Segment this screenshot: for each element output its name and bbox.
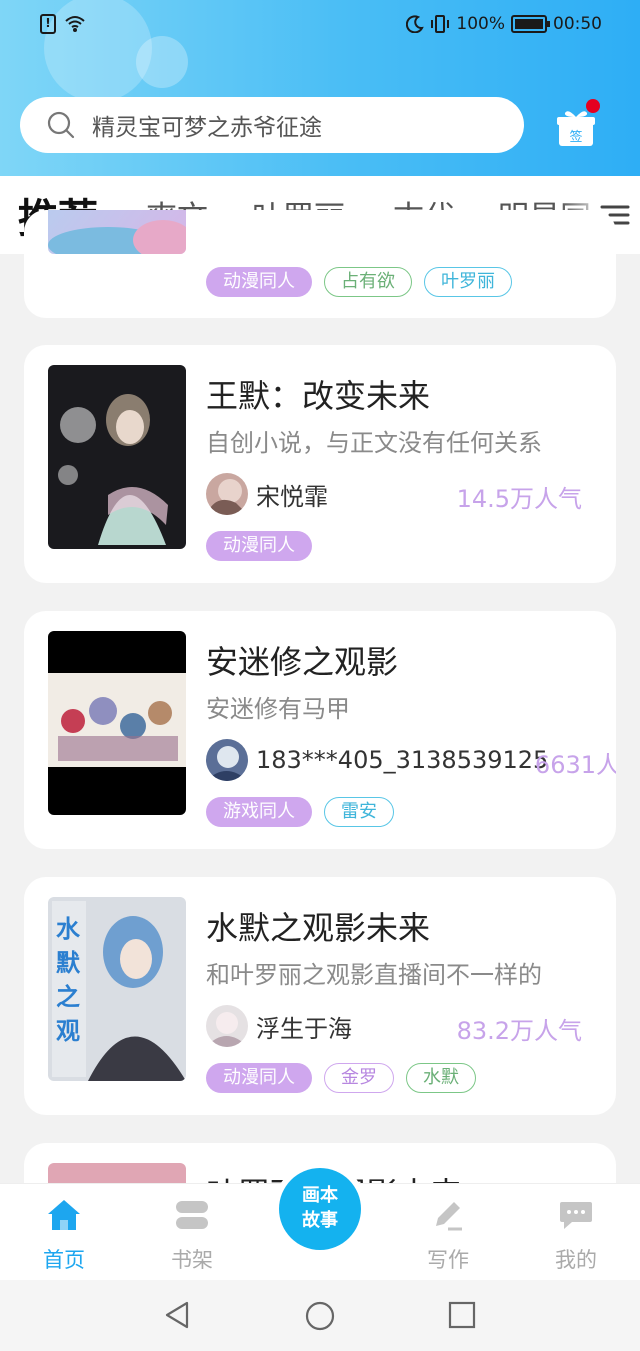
tag[interactable]: 雷安	[324, 797, 394, 827]
search-icon	[47, 111, 75, 139]
status-bar: ! 100% 00:50	[0, 0, 640, 50]
nav-bookshelf-label: 书架	[171, 1248, 213, 1272]
book-card[interactable]: 动漫同人 占有欲 叶罗丽	[24, 210, 616, 318]
book-cover[interactable]	[48, 210, 186, 254]
nav-bookshelf[interactable]: 书架	[142, 1184, 242, 1281]
battery-fill	[515, 19, 543, 29]
popularity-count: 83.2万人气	[456, 1017, 582, 1045]
book-card[interactable]: 安迷修之观影 安迷修有马甲 183***405_3138539125 6631人…	[24, 611, 616, 849]
alert-icon: !	[40, 14, 56, 34]
popularity-count: 14.5万人气	[456, 485, 582, 513]
picture-story-button[interactable]: 画本 故事	[273, 1162, 367, 1256]
recents-icon[interactable]	[448, 1301, 476, 1329]
svg-text:之: 之	[56, 983, 80, 1011]
system-nav-bar	[0, 1280, 640, 1351]
avatar[interactable]	[206, 1005, 248, 1047]
pen-icon	[436, 1202, 462, 1231]
book-title[interactable]: 王默：改变未来	[206, 371, 430, 417]
book-cover[interactable]: 水 默 之 观	[48, 897, 186, 1081]
book-description: 和叶罗丽之观影直播间不一样的	[206, 961, 542, 989]
author-info[interactable]: 浮生于海	[206, 1005, 352, 1047]
nav-mine-label: 我的	[555, 1248, 597, 1272]
wifi-icon	[65, 16, 85, 32]
book-description: 自创小说，与正文没有任何关系	[206, 429, 542, 457]
tag[interactable]: 水默	[406, 1063, 476, 1093]
nav-home[interactable]: 首页	[14, 1184, 114, 1281]
tag[interactable]: 动漫同人	[206, 531, 312, 561]
home-circle-icon[interactable]	[304, 1300, 336, 1332]
picture-story-label-line1: 画本	[302, 1185, 338, 1206]
tag[interactable]: 占有欲	[324, 267, 412, 297]
nav-mine[interactable]: 我的	[526, 1184, 626, 1281]
author-name[interactable]: 183***405_3138539125	[256, 746, 548, 774]
avatar[interactable]	[206, 739, 248, 781]
home-icon	[48, 1200, 80, 1230]
book-card[interactable]: 王默：改变未来 自创小说，与正文没有任何关系 宋悦霏 14.5万人气 动漫同人	[24, 345, 616, 583]
search-input[interactable]: 精灵宝可梦之赤爷征途	[92, 108, 322, 142]
tag[interactable]: 动漫同人	[206, 267, 312, 297]
author-name[interactable]: 宋悦霏	[256, 477, 328, 512]
nav-write-label: 写作	[427, 1248, 469, 1272]
vibrate-icon	[431, 15, 450, 33]
picture-story-label-line2: 故事	[302, 1210, 338, 1231]
tag[interactable]: 叶罗丽	[424, 267, 512, 297]
bookshelf-icon	[176, 1201, 208, 1229]
svg-text:水: 水	[56, 915, 81, 943]
svg-text:默: 默	[56, 949, 81, 977]
sign-in-label: 签	[569, 129, 582, 145]
notification-dot	[586, 99, 600, 113]
nav-write[interactable]: 写作	[398, 1184, 498, 1281]
book-card[interactable]: 水 默 之 观 水默之观影未来 和叶罗丽之观影直播间不一样的 浮生于海 83.2…	[24, 877, 616, 1115]
tag[interactable]: 动漫同人	[206, 1063, 312, 1093]
moon-icon	[406, 15, 425, 33]
book-cover[interactable]	[48, 631, 186, 815]
avatar[interactable]	[206, 473, 248, 515]
sign-in-gift-icon[interactable]: 签	[556, 108, 596, 148]
author-name[interactable]: 浮生于海	[256, 1009, 352, 1044]
popularity-count: 6631人气	[534, 751, 616, 779]
author-info[interactable]: 183***405_3138539125	[206, 739, 548, 781]
book-cover[interactable]	[48, 365, 186, 549]
svg-text:观: 观	[56, 1017, 80, 1045]
battery-icon	[511, 15, 550, 33]
tag[interactable]: 金罗	[324, 1063, 394, 1093]
battery-percent: 100%	[456, 14, 505, 34]
chat-bubble-icon	[560, 1202, 592, 1229]
clock: 00:50	[553, 14, 602, 34]
tag[interactable]: 游戏同人	[206, 797, 312, 827]
book-title[interactable]: 水默之观影未来	[206, 903, 430, 949]
book-description: 安迷修有马甲	[206, 695, 350, 723]
back-icon[interactable]	[162, 1300, 192, 1330]
book-title[interactable]: 安迷修之观影	[206, 637, 398, 683]
nav-home-label: 首页	[43, 1248, 85, 1272]
author-info[interactable]: 宋悦霏	[206, 473, 328, 515]
search-bar[interactable]: 精灵宝可梦之赤爷征途	[20, 97, 524, 153]
picture-story-label: 画本 故事	[279, 1168, 361, 1250]
